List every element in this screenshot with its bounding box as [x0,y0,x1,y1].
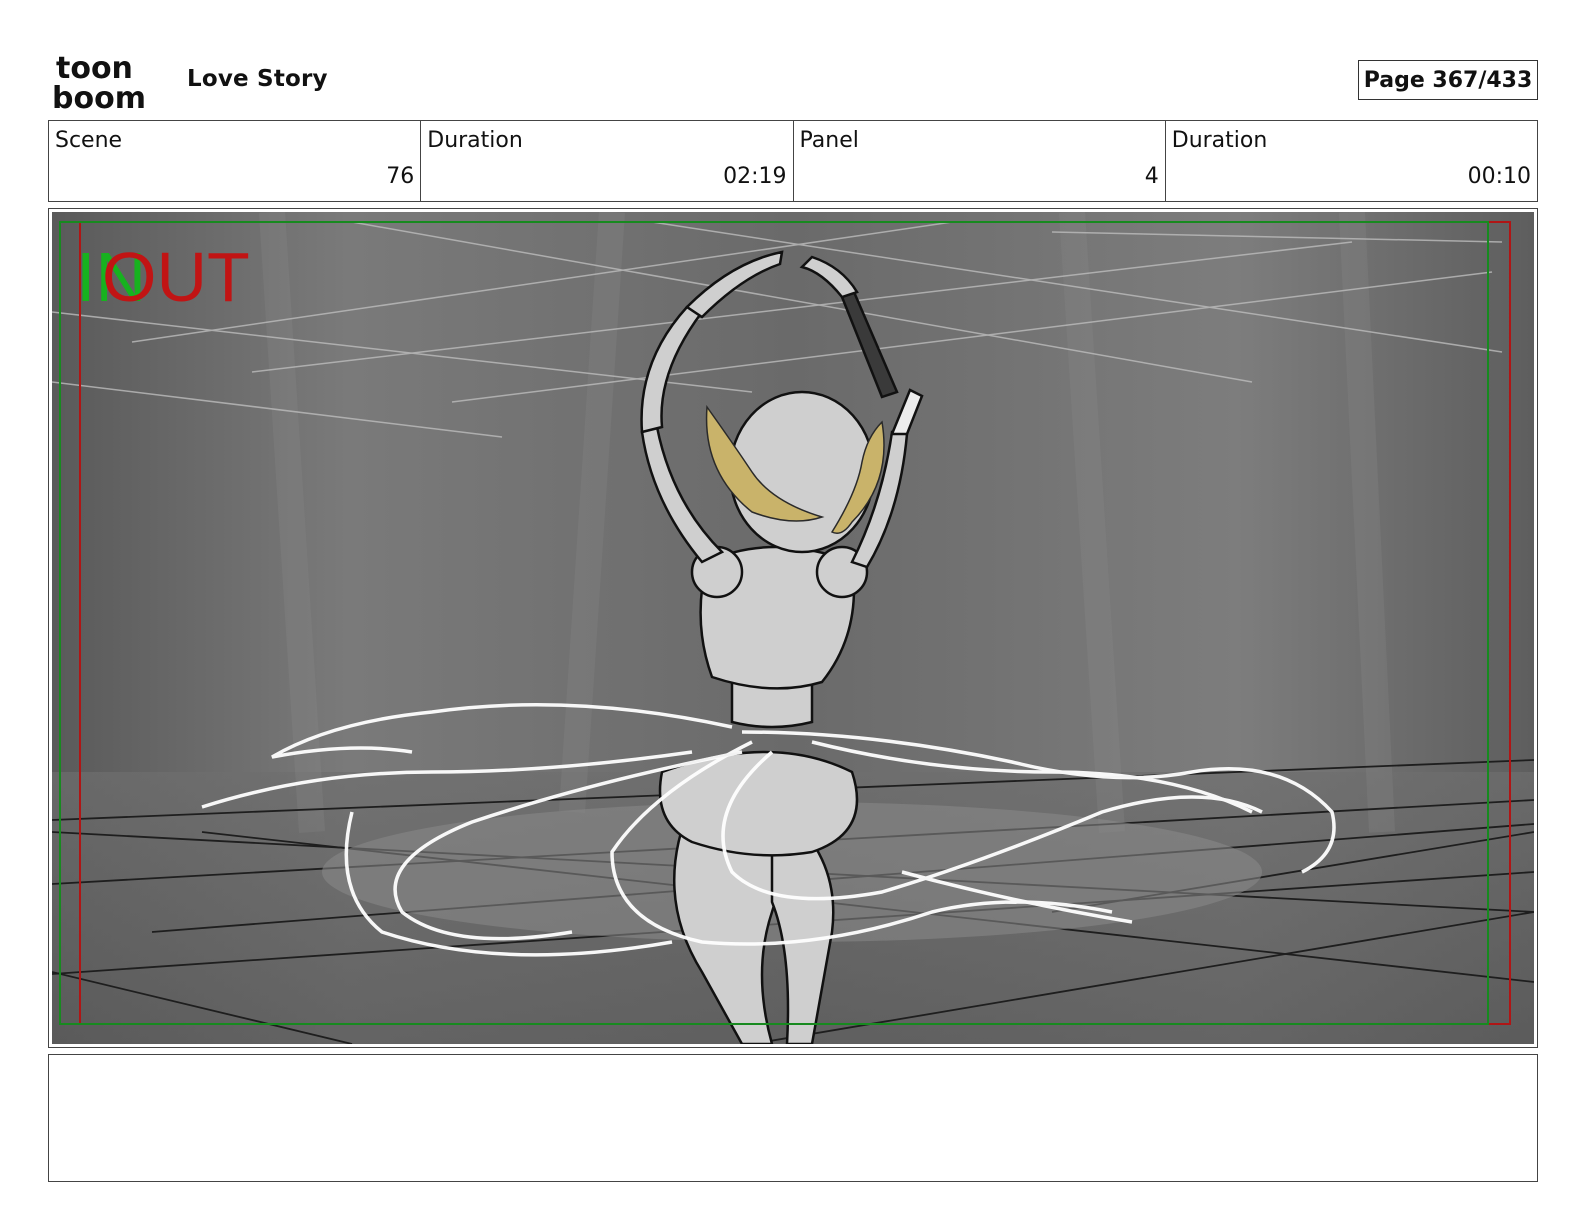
panel-notes [48,1054,1538,1182]
panel-label: Panel [799,128,859,153]
panel-duration-value: 00:10 [1467,164,1531,189]
scene-label: Scene [55,128,123,153]
scene-duration-label: Duration [427,128,523,153]
scene-duration-cell: Duration 02:19 [421,121,794,201]
panel-drawing [52,212,1534,1044]
page-indicator: Page 367/433 [1358,60,1538,100]
panel-cell: Panel 4 [794,121,1166,201]
logo-text-bottom: boom [52,81,146,112]
scene-info-table: Scene 76 Duration 02:19 Panel 4 Duration… [48,120,1538,202]
panel-duration-cell: Duration 00:10 [1166,121,1537,201]
panel-value: 4 [1144,164,1159,189]
toonboom-logo: toon boom [52,51,146,112]
storyboard-panel [48,208,1538,1048]
out-marker: OUT [102,238,250,316]
scene-duration-value: 02:19 [723,164,787,189]
scene-cell: Scene 76 [49,121,422,201]
project-title: Love Story [187,66,328,92]
scene-value: 76 [386,164,415,189]
panel-duration-label: Duration [1171,128,1268,153]
